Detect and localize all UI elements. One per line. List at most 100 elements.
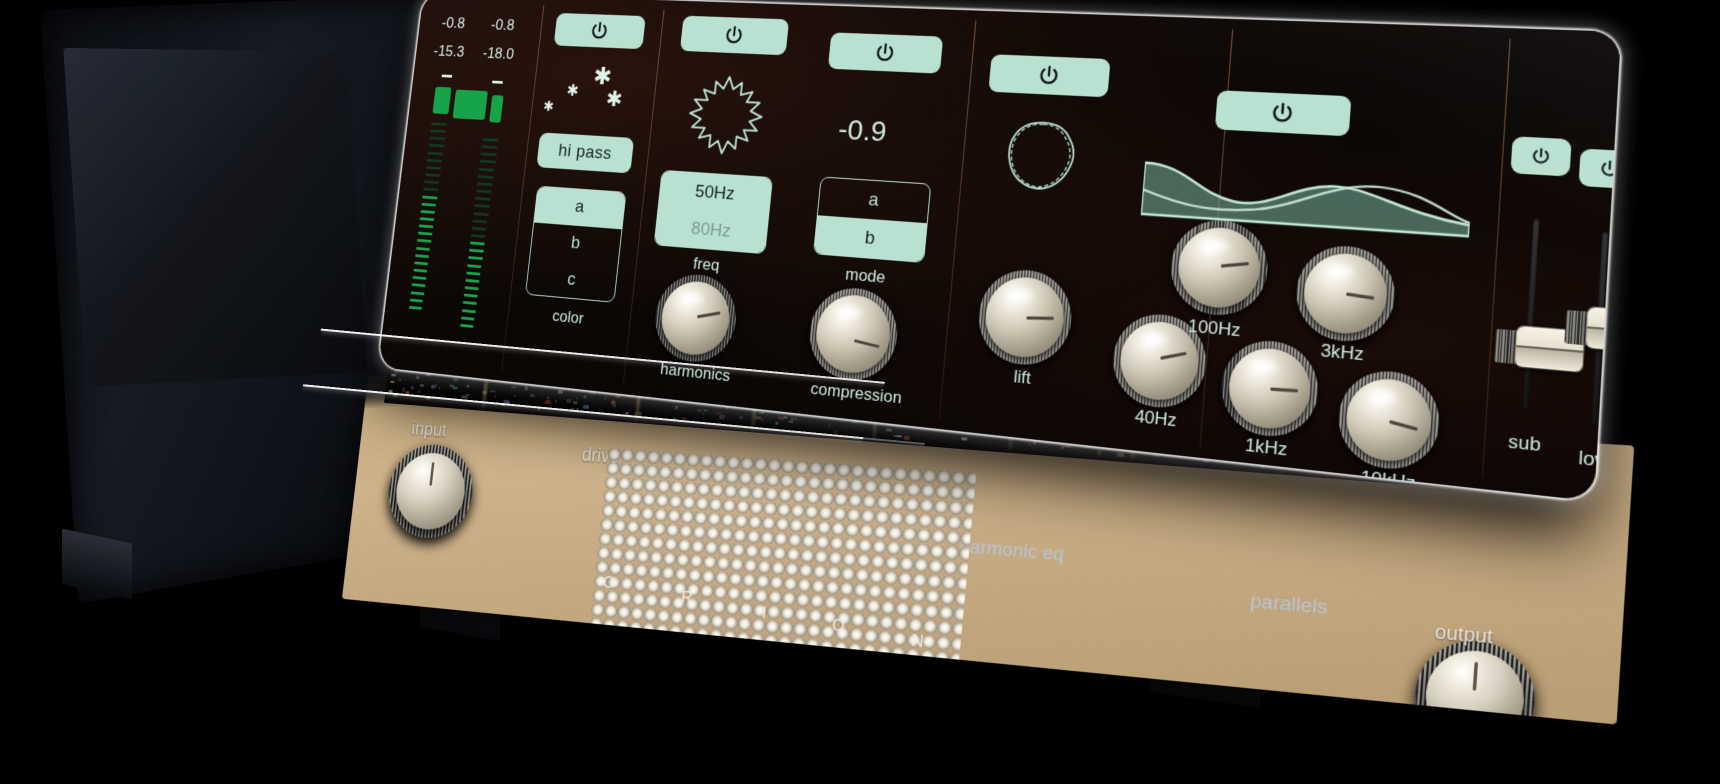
mode-selector[interactable]: a b bbox=[813, 176, 931, 263]
led-dot bbox=[627, 393, 633, 397]
led-dot bbox=[510, 373, 514, 377]
led-dot bbox=[514, 394, 516, 396]
color-option-a[interactable]: a bbox=[534, 187, 625, 229]
led-dot bbox=[835, 406, 841, 410]
led-dot bbox=[703, 410, 707, 412]
plugin-display-screen: -0.8 -0.8 -15.3 -18.0 ✱ ✱ ✱ ✱ hi pass a … bbox=[378, 0, 1621, 501]
meter-segment bbox=[467, 264, 481, 268]
harmonic-eq-section: 100Hz 3kHz 40Hz 1kHz 10kHz bbox=[1099, 16, 1511, 489]
led-dot bbox=[607, 378, 610, 381]
led-dot bbox=[462, 395, 468, 398]
led-dot bbox=[1153, 454, 1159, 456]
hi-pass-button[interactable]: hi pass bbox=[536, 132, 634, 173]
led-dot bbox=[544, 400, 551, 404]
parallel-power-low[interactable] bbox=[1578, 149, 1621, 190]
led-dot bbox=[791, 417, 793, 421]
drive-label: drive bbox=[581, 445, 621, 469]
color-option-c[interactable]: c bbox=[526, 258, 618, 302]
freq-option-50hz[interactable]: 50Hz bbox=[659, 171, 772, 216]
meter-segment bbox=[470, 242, 485, 246]
eq-power-button[interactable] bbox=[1215, 90, 1352, 136]
led-dot bbox=[748, 388, 752, 391]
meter-segment bbox=[469, 249, 484, 253]
lift-power-button[interactable] bbox=[988, 54, 1110, 97]
led-dot bbox=[765, 400, 771, 404]
led-dot bbox=[1117, 453, 1124, 457]
meter-segment bbox=[472, 227, 487, 231]
led-dot bbox=[453, 378, 458, 381]
input-ladder-left bbox=[408, 122, 448, 315]
color-section: ✱ ✱ ✱ ✱ hi pass a b c color bbox=[500, 0, 665, 394]
input-peak-hold-left bbox=[442, 74, 453, 77]
freq-option-80hz[interactable]: 80Hz bbox=[655, 208, 769, 254]
color-selector[interactable]: a b c bbox=[525, 186, 626, 303]
eq-knob-3khz[interactable] bbox=[1301, 251, 1389, 337]
led-dot bbox=[886, 429, 892, 432]
led-dot bbox=[661, 379, 666, 383]
fader-cap-low[interactable] bbox=[1586, 307, 1621, 353]
output-knob-label: output bbox=[1434, 621, 1494, 649]
led-dot bbox=[607, 385, 609, 387]
input-peak-hold-right bbox=[492, 81, 503, 84]
led-dot bbox=[611, 400, 616, 404]
fader-track-sub[interactable] bbox=[1522, 219, 1540, 411]
input-knob[interactable] bbox=[392, 451, 469, 533]
led-dot bbox=[800, 401, 804, 405]
mode-option-b[interactable]: b bbox=[814, 215, 927, 262]
compression-knob[interactable] bbox=[813, 292, 894, 376]
harmonics-knob[interactable] bbox=[658, 279, 733, 358]
led-dot bbox=[717, 386, 720, 390]
led-dot bbox=[761, 418, 763, 422]
input-knob-label: input bbox=[410, 419, 447, 442]
mode-option-a[interactable]: a bbox=[818, 177, 931, 223]
output-knob[interactable] bbox=[1423, 647, 1527, 725]
led-dot bbox=[575, 396, 577, 400]
led-dot bbox=[390, 381, 394, 383]
led-dot bbox=[770, 407, 776, 410]
meter-segment bbox=[461, 316, 475, 320]
led-dot bbox=[399, 378, 402, 380]
led-dot bbox=[1033, 441, 1037, 445]
compression-power-button[interactable] bbox=[828, 32, 943, 73]
led-dot bbox=[800, 397, 806, 400]
led-dot bbox=[394, 372, 397, 374]
led-dot bbox=[519, 372, 522, 375]
led-dot bbox=[416, 376, 420, 379]
lift-label: lift bbox=[942, 360, 1104, 397]
lift-knob[interactable] bbox=[982, 274, 1067, 360]
freq-selector[interactable]: 50Hz 80Hz bbox=[654, 170, 773, 254]
meter-segment bbox=[413, 269, 427, 273]
eq-knob-100hz[interactable] bbox=[1175, 225, 1262, 311]
led-dot bbox=[728, 394, 735, 397]
harmonics-power-button[interactable] bbox=[680, 16, 789, 56]
led-dot bbox=[466, 385, 468, 388]
led-dot bbox=[842, 399, 847, 401]
led-dot bbox=[637, 389, 639, 391]
meter-segment bbox=[425, 173, 440, 177]
led-dot bbox=[679, 405, 685, 407]
color-power-button[interactable] bbox=[554, 13, 646, 49]
meter-segment bbox=[417, 239, 431, 243]
sparkles-icon: ✱ ✱ ✱ ✱ bbox=[540, 61, 640, 123]
led-dot bbox=[734, 397, 737, 401]
led-dot bbox=[436, 367, 438, 369]
eq-knob-10khz[interactable] bbox=[1344, 375, 1434, 465]
led-dot bbox=[852, 421, 859, 424]
led-dot bbox=[769, 397, 776, 401]
led-dot bbox=[608, 386, 614, 389]
meter-segment bbox=[427, 159, 443, 163]
led-dot bbox=[572, 388, 575, 392]
input-meter-head-left bbox=[432, 87, 451, 115]
parallel-power-sub[interactable] bbox=[1510, 136, 1571, 176]
led-dot bbox=[715, 412, 721, 414]
meter-segment bbox=[421, 203, 436, 207]
color-option-b[interactable]: b bbox=[530, 222, 621, 265]
led-dot bbox=[816, 411, 818, 414]
meter-segment bbox=[463, 301, 477, 305]
led-dot bbox=[558, 389, 563, 393]
led-dot bbox=[826, 407, 831, 409]
led-dot bbox=[530, 395, 535, 397]
led-dot bbox=[685, 400, 687, 402]
meter-segment bbox=[431, 122, 447, 126]
led-dot bbox=[647, 390, 651, 392]
